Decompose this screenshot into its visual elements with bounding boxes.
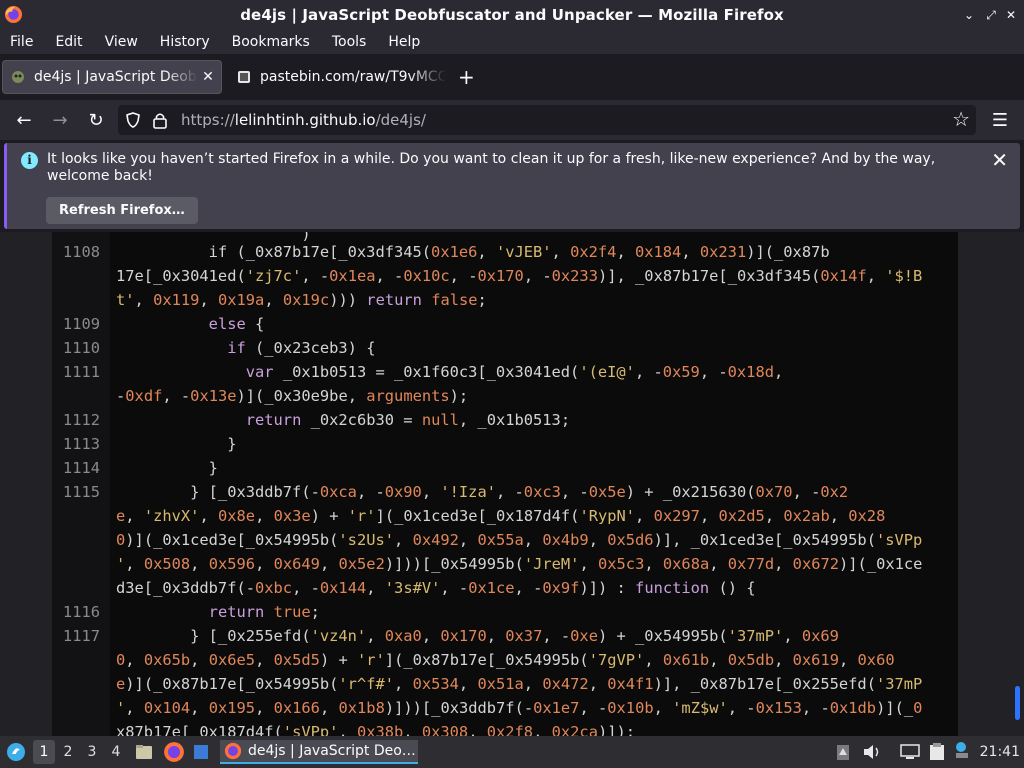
minimize-icon[interactable]: ⌄ [962, 8, 976, 22]
clock[interactable]: 21:41 [980, 744, 1020, 760]
code-output-editor[interactable]: ) 1108 if (_0x87b17e[_0x3df345(0x1e6, 'v… [52, 232, 958, 736]
code-line: } [116, 435, 237, 453]
window-title: de4js | JavaScript Deobfuscator and Unpa… [240, 6, 784, 24]
close-icon[interactable]: ✕ [1004, 8, 1018, 22]
display-icon[interactable] [900, 744, 920, 760]
clipboard-icon[interactable] [835, 743, 851, 761]
code-line: e)](_0x87b17e[_0x54995b('r^f#', 0x534, 0… [116, 675, 923, 693]
window-titlebar: de4js | JavaScript Deobfuscator and Unpa… [0, 0, 1024, 30]
shield-icon[interactable] [124, 111, 142, 129]
reload-icon[interactable]: ↻ [84, 108, 108, 132]
tab-label: de4js | JavaScript Deobfuscator [34, 69, 198, 85]
line-number: 1108 [62, 243, 100, 261]
workspace-2[interactable]: 2 [57, 740, 79, 764]
line-number: 1112 [62, 411, 100, 429]
menu-help[interactable]: Help [388, 34, 420, 50]
code-line: ', 0x104, 0x195, 0x166, 0x1b8)]))[_0x3dd… [116, 699, 923, 717]
lock-icon[interactable] [152, 111, 168, 129]
url-text[interactable]: https://lelinhtinh.github.io/de4js/ [181, 111, 426, 129]
tab-de4js[interactable]: de4js | JavaScript Deobfuscator ✕ [2, 60, 222, 94]
menu-bookmarks[interactable]: Bookmarks [232, 34, 310, 50]
desktop-taskbar: 1 2 3 4 de4js | JavaScript Deo… 21:41 [0, 736, 1024, 768]
file-manager-icon[interactable] [134, 742, 154, 762]
tab-pastebin[interactable]: pastebin.com/raw/T9vMCG [228, 60, 446, 94]
menu-bar: File Edit View History Bookmarks Tools H… [0, 30, 1024, 54]
info-icon: i [21, 152, 38, 169]
code-line: 0)](_0x1ced3e[_0x54995b('s2Us', 0x492, 0… [116, 531, 923, 549]
code-line: -0xdf, -0x13e)](_0x30e9be, arguments); [116, 387, 469, 405]
tab-label: pastebin.com/raw/T9vMCG [260, 69, 446, 85]
firefox-launcher-icon[interactable] [163, 741, 185, 763]
menu-history[interactable]: History [160, 34, 210, 50]
code-line: var _0x1b0513 = _0x1f60c3[_0x3041ed('(eI… [245, 363, 784, 381]
code-line: 0, 0x65b, 0x6e5, 0x5d5) + 'r'](_0x87b17e… [116, 651, 895, 669]
line-number: 1114 [62, 459, 100, 477]
workspace-4[interactable]: 4 [105, 740, 127, 764]
app-launcher-icon[interactable] [6, 742, 26, 762]
code-line: } [116, 459, 218, 477]
scrollbar-thumb[interactable] [1015, 686, 1020, 720]
new-tab-plus-icon[interactable]: + [458, 67, 475, 87]
code-line: } [_0x3ddb7f(-0xca, -0x90, '!Iza', -0xc3… [116, 483, 849, 501]
workspace-1[interactable]: 1 [33, 740, 55, 764]
firefox-window-icon [224, 742, 242, 760]
notification-message: It looks like you haven’t started Firefo… [47, 151, 936, 184]
network-icon[interactable] [953, 740, 971, 760]
line-number: 1117 [62, 627, 100, 645]
firefox-logo-icon [4, 5, 23, 24]
taskbar-window-firefox[interactable]: de4js | JavaScript Deo… [220, 740, 418, 764]
back-arrow-icon[interactable]: ← [12, 108, 36, 132]
url-bar[interactable]: https://lelinhtinh.github.io/de4js/ ☆ [118, 105, 976, 135]
workspace-3[interactable]: 3 [81, 740, 103, 764]
refresh-firefox-button[interactable]: Refresh Firefox… [46, 197, 198, 224]
hamburger-menu-icon[interactable]: ☰ [988, 108, 1012, 132]
code-line: else { [208, 315, 265, 333]
de4js-favicon-icon [12, 71, 24, 83]
tab-close-icon[interactable]: ✕ [198, 69, 218, 85]
line-number: 1115 [62, 483, 100, 501]
code-line: e, 'zhvX', 0x8e, 0x3e) + 'r'](_0x1ced3e[… [116, 507, 886, 525]
code-line: 17e[_0x3041ed('zj7c', -0x1ea, -0x10c, -0… [116, 267, 923, 285]
forward-arrow-icon[interactable]: → [48, 108, 72, 132]
menu-file[interactable]: File [10, 34, 33, 50]
code-line: x87b17e[_0x187d4f('sVPp', 0x38b, 0x308, … [116, 723, 636, 736]
page-content: ) 1108 if (_0x87b17e[_0x3df345(0x1e6, 'v… [0, 232, 1024, 736]
notification-close-icon[interactable]: ✕ [991, 148, 1008, 172]
code-line: if (_0x23ceb3) { [227, 339, 376, 357]
pastebin-favicon-icon [238, 71, 250, 83]
code-line: return true; [208, 603, 320, 621]
line-number: 1111 [62, 363, 100, 381]
code-line: ', 0x508, 0x596, 0x649, 0x5e2)]))[_0x549… [116, 555, 923, 573]
tab-bar: de4js | JavaScript Deobfuscator ✕ pasteb… [0, 54, 1024, 100]
code-line: d3e[_0x3ddb7f(-0xbc, -0x144, '3s#V', -0x… [116, 579, 756, 597]
taskbar-window-label: de4js | JavaScript Deo… [248, 743, 416, 759]
show-desktop-icon[interactable] [193, 744, 209, 760]
navigation-bar: ← → ↻ https://lelinhtinh.github.io/de4js… [0, 100, 1024, 140]
menu-tools[interactable]: Tools [332, 34, 367, 50]
line-number: 1116 [62, 603, 100, 621]
bookmark-star-icon[interactable]: ☆ [952, 107, 970, 131]
firefox-refresh-notification: i It looks like you haven’t started Fire… [4, 143, 1020, 229]
code-line: if (_0x87b17e[_0x3df345(0x1e6, 'vJEB', 0… [116, 243, 830, 261]
menu-view[interactable]: View [105, 34, 138, 50]
maximize-icon[interactable]: ⤢ [984, 8, 998, 23]
code-line: t', 0x119, 0x19a, 0x19c))) return false; [116, 291, 487, 309]
line-number: 1110 [62, 339, 100, 357]
line-number: 1113 [62, 435, 100, 453]
menu-edit[interactable]: Edit [55, 34, 82, 50]
volume-icon[interactable] [862, 743, 882, 761]
code-line: } [_0x255efd('vz4n', 0xa0, 0x170, 0x37, … [116, 627, 839, 645]
notes-icon[interactable] [927, 742, 947, 762]
code-line: return _0x2c6b30 = null, _0x1b0513; [245, 411, 571, 429]
line-number: 1109 [62, 315, 100, 333]
